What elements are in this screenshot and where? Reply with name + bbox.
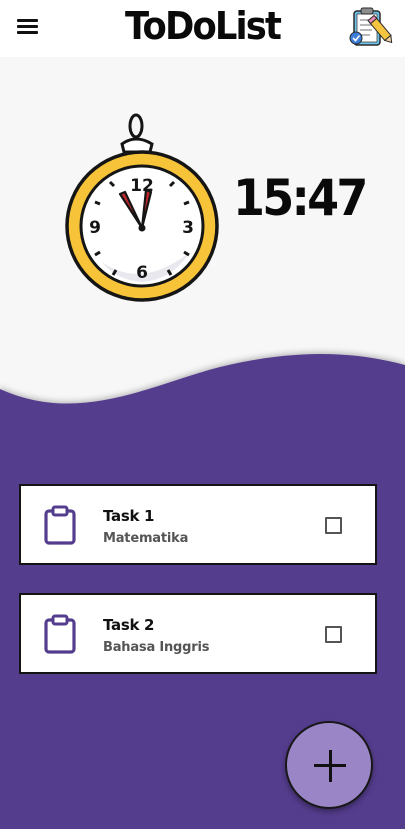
task-card[interactable]: Task 1 Matematika [19,484,377,565]
task-subject: Matematika [103,531,189,546]
task-checkbox[interactable] [325,517,342,534]
dial-number-6: 6 [136,263,148,283]
clipboard-icon [44,614,76,654]
clipboard-icon [44,505,76,545]
stopwatch-icon: 12 3 6 9 [65,113,219,302]
task-card[interactable]: Task 2 Bahasa Inggris [19,593,377,674]
task-title: Task 1 [103,507,155,525]
task-title: Task 2 [103,616,155,634]
dial-number-3: 3 [182,218,194,238]
clipboard-checklist-icon [349,7,393,46]
add-task-button[interactable] [285,721,373,809]
app-title: ToDoList [125,4,282,48]
current-time: 15:47 [233,169,368,227]
task-checkbox[interactable] [325,626,342,643]
top-app-bar: ToDoList [0,0,405,57]
task-subject: Bahasa Inggris [103,640,210,655]
clock-section: 12 3 6 9 15:47 [0,57,405,387]
dial-number-9: 9 [89,218,101,238]
app-screen: ToDoList 12 3 6 9 15:47 Task 1 Matematik… [0,0,405,829]
